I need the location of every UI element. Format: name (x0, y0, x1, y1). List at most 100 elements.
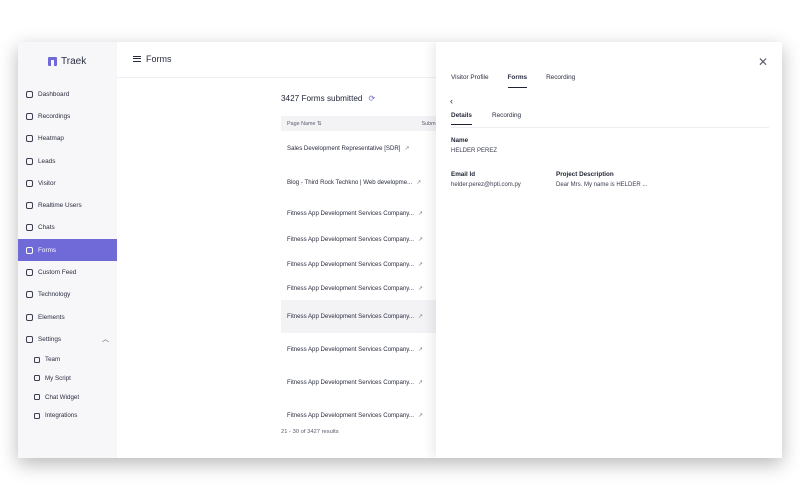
external-link-icon[interactable]: ↗ (416, 179, 421, 186)
brand-name: Traek (61, 56, 87, 67)
sidebar-item-label: Forms (38, 246, 57, 254)
table-row[interactable]: Sales Development Representative [SDR] ↗ (281, 131, 441, 165)
sidebar-item-technology[interactable]: Technology (18, 284, 117, 306)
row-page-name: Fitness App Development Services Company… (287, 379, 414, 386)
external-link-icon[interactable]: ↗ (404, 145, 409, 152)
team-icon (34, 356, 40, 363)
table-row[interactable]: Fitness App Development Services Company… (281, 300, 441, 333)
chat-widget-icon (34, 394, 40, 401)
sidebar-subitem-integrations[interactable]: Integrations (18, 406, 117, 425)
sidebar-item-label: Dashboard (38, 90, 70, 98)
sidebar-item-realtime-users[interactable]: Realtime Users (18, 194, 117, 216)
external-link-icon[interactable]: ↗ (418, 210, 423, 217)
sidebar-item-label: Visitor (38, 179, 56, 187)
row-page-name: Fitness App Development Services Company… (287, 412, 414, 419)
pagination-results: 21 - 30 of 3427 results (281, 429, 339, 435)
recordings-icon (26, 112, 33, 120)
chevron-up-icon[interactable]: ︿ (102, 334, 109, 344)
page-title: Forms (146, 54, 172, 64)
row-page-name: Fitness App Development Services Company… (287, 313, 414, 320)
sidebar-item-heatmap[interactable]: Heatmap (18, 128, 117, 150)
sidebar-item-settings[interactable]: Settings ︿ (18, 328, 117, 350)
sidebar-item-forms[interactable]: Forms (18, 239, 117, 262)
sidebar-subitem-label: Chat Widget (45, 393, 80, 401)
table-row[interactable]: Fitness App Development Services Company… (281, 199, 441, 227)
sidebar-subitem-label: Integrations (45, 412, 78, 420)
sidebar-item-label: Custom Feed (38, 269, 77, 277)
sidebar-item-dashboard[interactable]: Dashboard (18, 83, 117, 105)
traek-logo-icon (48, 57, 57, 66)
sidebar-item-label: Heatmap (38, 135, 64, 143)
sidebar-item-label: Realtime Users (38, 202, 82, 210)
sidebar-subitem-label: My Script (45, 374, 71, 382)
row-page-name: Fitness App Development Services Company… (287, 260, 414, 268)
column-header-submitted[interactable]: Submi (421, 121, 436, 127)
external-link-icon[interactable]: ↗ (418, 346, 423, 353)
table-header: Page Name ⇅ Submi (281, 116, 441, 131)
dashboard-icon (26, 90, 33, 98)
forms-table: Page Name ⇅ Submi Sales Development Repr… (281, 116, 441, 432)
email-label: Email Id (451, 171, 476, 178)
external-link-icon[interactable]: ↗ (418, 379, 423, 386)
sidebar-item-label: Leads (38, 157, 56, 165)
app-window: Traek Dashboard Recordings Heatmap Leads… (18, 42, 782, 458)
sidebar-subitem-chat-widget[interactable]: Chat Widget (18, 388, 117, 407)
email-value: helder.perez@hpti.com.py (451, 182, 521, 188)
sidebar-item-label: Elements (38, 313, 65, 321)
integrations-icon (34, 412, 40, 419)
visitor-drawer: Visitor Profile Forms Recording ✕ ‹ Deta… (436, 42, 782, 458)
leads-icon (26, 157, 33, 165)
column-header-page-name[interactable]: Page Name ⇅ (287, 121, 321, 127)
external-link-icon[interactable]: ↗ (418, 412, 423, 419)
tab-visitor-profile[interactable]: Visitor Profile (451, 74, 489, 88)
sidebar-subitem-my-script[interactable]: My Script (18, 369, 117, 388)
external-link-icon[interactable]: ↗ (418, 285, 423, 292)
table-row[interactable]: Fitness App Development Services Company… (281, 399, 441, 432)
sidebar-item-elements[interactable]: Elements (18, 306, 117, 328)
subtab-recording[interactable]: Recording (492, 112, 521, 125)
external-link-icon[interactable]: ↗ (418, 313, 423, 320)
chat-icon (26, 224, 33, 232)
refresh-icon[interactable]: ⟳ (368, 94, 375, 103)
row-page-name: Fitness App Development Services Company… (287, 284, 414, 292)
forms-icon (26, 246, 33, 254)
row-page-name: Fitness App Development Services Company… (287, 209, 414, 217)
sidebar-item-label: Recordings (38, 112, 71, 120)
subtab-details[interactable]: Details (451, 112, 472, 125)
table-row[interactable]: Fitness App Development Services Company… (281, 366, 441, 399)
sidebar-subitem-team[interactable]: Team (18, 351, 117, 370)
table-row[interactable]: Fitness App Development Services Company… (281, 333, 441, 366)
sidebar-item-label: Technology (38, 291, 71, 299)
submitted-text: 3427 Forms submitted (281, 94, 363, 103)
table-row[interactable]: Blog - Third Rock Techkno | Web developm… (281, 165, 441, 199)
drawer-tabs: Visitor Profile Forms Recording (451, 74, 575, 88)
sidebar: Traek Dashboard Recordings Heatmap Leads… (18, 42, 117, 458)
script-icon (34, 375, 40, 382)
table-row[interactable]: Fitness App Development Services Company… (281, 276, 441, 300)
menu-icon[interactable] (133, 56, 141, 62)
sidebar-item-label: Chats (38, 224, 55, 232)
name-value: HELDER PEREZ (451, 148, 498, 154)
sidebar-item-visitor[interactable]: Visitor (18, 172, 117, 194)
sidebar-item-chats[interactable]: Chats (18, 217, 117, 239)
tab-forms[interactable]: Forms (507, 74, 528, 88)
realtime-icon (26, 202, 33, 210)
tab-recording[interactable]: Recording (546, 74, 575, 88)
back-arrow-icon[interactable]: ‹ (450, 96, 453, 106)
drawer-subtabs: Details Recording (451, 112, 521, 125)
technology-icon (26, 291, 33, 299)
sidebar-item-recordings[interactable]: Recordings (18, 105, 117, 127)
row-page-name: Sales Development Representative [SDR] (287, 144, 401, 152)
table-row[interactable]: Fitness App Development Services Company… (281, 252, 441, 276)
close-icon[interactable]: ✕ (758, 55, 768, 69)
sidebar-item-leads[interactable]: Leads (18, 150, 117, 172)
elements-icon (26, 313, 33, 321)
row-page-name: Fitness App Development Services Company… (287, 346, 414, 353)
project-description-label: Project Description (556, 171, 614, 178)
external-link-icon[interactable]: ↗ (418, 261, 423, 268)
brand[interactable]: Traek (48, 56, 86, 67)
external-link-icon[interactable]: ↗ (418, 236, 423, 243)
sidebar-item-custom-feed[interactable]: Custom Feed (18, 261, 117, 283)
visitor-icon (26, 179, 33, 187)
table-row[interactable]: Fitness App Development Services Company… (281, 227, 441, 252)
